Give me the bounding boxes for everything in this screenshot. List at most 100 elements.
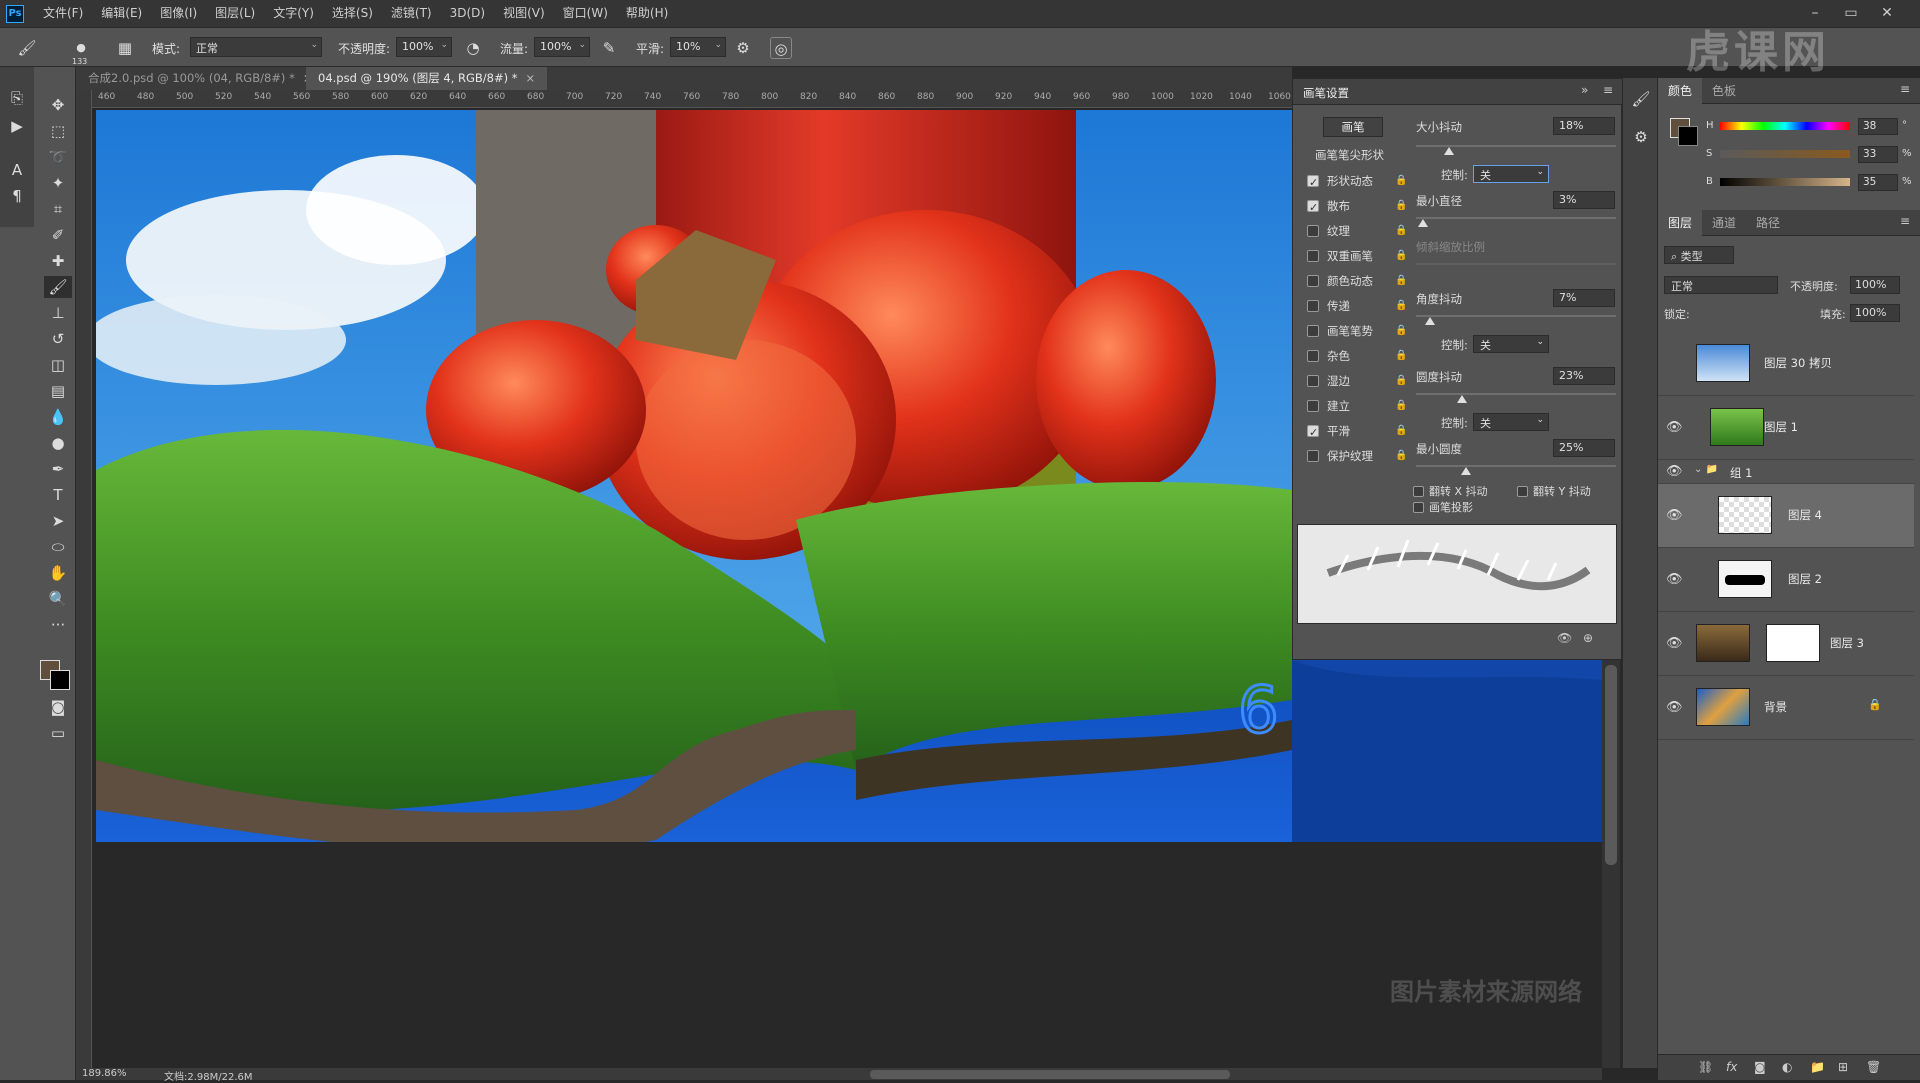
paragraph-icon[interactable]: ¶ — [3, 185, 31, 207]
eyedropper-tool-icon[interactable]: ✐ — [44, 224, 72, 246]
panel-menu-icon[interactable]: ≡ — [1900, 82, 1910, 96]
tab-swatches[interactable]: 色板 — [1702, 78, 1746, 104]
checkbox[interactable] — [1517, 486, 1528, 497]
toggle-preview-icon[interactable]: 👁 — [1557, 631, 1572, 645]
menu-type[interactable]: 文字(Y) — [264, 0, 323, 27]
option-build-up[interactable]: 建立 🔒 — [1307, 396, 1407, 416]
brush-size-picker[interactable]: 133 ● — [70, 37, 92, 66]
size-control-select[interactable]: 关 ⌄ — [1473, 165, 1549, 183]
lock-icon[interactable]: 🔒 — [1395, 171, 1407, 191]
zoom-tool-icon[interactable]: 🔍 — [44, 588, 72, 610]
checkbox[interactable] — [1413, 502, 1424, 513]
color-bg-swatch[interactable] — [1678, 126, 1698, 146]
properties-icon[interactable]: ⚙ — [1627, 126, 1655, 148]
checkbox[interactable] — [1307, 300, 1319, 312]
roundness-jitter-slider[interactable] — [1416, 393, 1616, 395]
background-color-swatch[interactable] — [50, 670, 70, 690]
link-icon[interactable]: ⛓ — [1698, 1060, 1713, 1074]
eye-icon[interactable]: 👁 — [1666, 420, 1683, 435]
checkbox[interactable] — [1307, 400, 1319, 412]
menu-image[interactable]: 图像(I) — [151, 0, 206, 27]
opacity-field[interactable]: 100% ⌄ — [396, 37, 452, 57]
menu-view[interactable]: 视图(V) — [494, 0, 554, 27]
saturation-slider[interactable] — [1720, 150, 1850, 158]
tab-document-2[interactable]: 04.psd @ 190% (图层 4, RGB/8#) * × — [306, 67, 548, 90]
maximize-icon[interactable]: ▭ — [1836, 0, 1866, 27]
lock-icon[interactable]: 🔒 — [1395, 396, 1407, 416]
menu-3d[interactable]: 3D(D) — [441, 0, 494, 27]
menu-edit[interactable]: 编辑(E) — [92, 0, 151, 27]
close-icon[interactable]: × — [526, 71, 536, 85]
dodge-tool-icon[interactable]: ● — [44, 432, 72, 454]
menu-select[interactable]: 选择(S) — [323, 0, 382, 27]
checkbox[interactable] — [1307, 250, 1319, 262]
layer-row[interactable]: 👁 背景 🔒 — [1658, 676, 1914, 740]
new-layer-icon[interactable]: ⊞ — [1838, 1060, 1848, 1074]
min-diameter-field[interactable]: 3% — [1553, 191, 1615, 209]
flow-field[interactable]: 100% ⌄ — [534, 37, 590, 57]
min-roundness-slider[interactable] — [1416, 465, 1616, 467]
adjustment-icon[interactable]: ◐ — [1782, 1060, 1792, 1074]
option-noise[interactable]: 杂色 🔒 — [1307, 346, 1407, 366]
checkbox[interactable] — [1307, 423, 1319, 443]
panel-menu-icon[interactable]: ≡ — [1900, 214, 1910, 228]
menu-layer[interactable]: 图层(L) — [206, 0, 264, 27]
shape-tool-icon[interactable]: ⬭ — [44, 536, 72, 558]
checkbox[interactable] — [1307, 198, 1319, 218]
brush-tool-preset-icon[interactable]: 🖌 — [16, 37, 38, 59]
lock-icon[interactable]: 🔒 — [1395, 221, 1407, 241]
saturation-field[interactable]: 33 — [1858, 146, 1898, 163]
roundness-jitter-knob[interactable] — [1457, 395, 1467, 403]
eraser-tool-icon[interactable]: ◫ — [44, 354, 72, 376]
checkbox[interactable] — [1307, 450, 1319, 462]
lock-icon[interactable]: 🔒 — [1395, 346, 1407, 366]
menu-file[interactable]: 文件(F) — [34, 0, 92, 27]
mode-select[interactable]: 正常 ⌄ — [190, 37, 322, 57]
brushes-button[interactable]: 画笔 — [1323, 117, 1383, 137]
min-diameter-knob[interactable] — [1418, 219, 1428, 227]
mask-icon[interactable]: ◙ — [1754, 1060, 1766, 1074]
vertical-scroll-thumb[interactable] — [1605, 665, 1617, 865]
menu-filter[interactable]: 滤镜(T) — [382, 0, 441, 27]
blur-tool-icon[interactable]: 💧 — [44, 406, 72, 428]
lock-icon[interactable]: 🔒 — [1395, 446, 1407, 466]
gradient-tool-icon[interactable]: ▤ — [44, 380, 72, 402]
layer-row[interactable]: 👁 图层 1 — [1658, 396, 1914, 460]
more-tools-icon[interactable]: ··· — [44, 614, 72, 636]
lock-icon[interactable]: 🔒 — [1395, 246, 1407, 266]
menu-window[interactable]: 窗口(W) — [554, 0, 617, 27]
angle-jitter-field[interactable]: 7% — [1553, 289, 1615, 307]
menu-help[interactable]: 帮助(H) — [617, 0, 677, 27]
roundness-jitter-field[interactable]: 23% — [1553, 367, 1615, 385]
brush-panel-toggle-icon[interactable]: ▦ — [114, 37, 136, 59]
marquee-tool-icon[interactable]: ⬚ — [44, 120, 72, 142]
tab-paths[interactable]: 路径 — [1746, 210, 1790, 236]
angle-control-select[interactable]: 关 ⌄ — [1473, 335, 1549, 353]
lock-icon[interactable]: 🔒 — [1395, 196, 1407, 216]
checkbox[interactable] — [1413, 486, 1424, 497]
horizontal-scroll-thumb[interactable] — [870, 1070, 1230, 1079]
option-shape-dynamics[interactable]: 形状动态 🔒 — [1307, 171, 1407, 193]
option-dual-brush[interactable]: 双重画笔 🔒 — [1307, 246, 1407, 266]
fill-field[interactable]: 100% — [1850, 304, 1900, 322]
option-color-dynamics[interactable]: 颜色动态 🔒 — [1307, 271, 1407, 291]
layer-group-row[interactable]: 👁 ⌄ 📁 组 1 — [1658, 460, 1914, 484]
brush-settings-icon[interactable]: 🖌 — [1627, 88, 1655, 110]
lock-icon[interactable]: 🔒 — [1395, 271, 1407, 291]
brightness-field[interactable]: 35 — [1858, 174, 1898, 191]
option-brush-pose[interactable]: 画笔笔势 🔒 — [1307, 321, 1407, 341]
quick-select-tool-icon[interactable]: ✦ — [44, 172, 72, 194]
size-jitter-knob[interactable] — [1444, 147, 1454, 155]
option-scattering[interactable]: 散布 🔒 — [1307, 196, 1407, 218]
hand-tool-icon[interactable]: ✋ — [44, 562, 72, 584]
quick-mask-icon[interactable]: ◙ — [44, 696, 72, 718]
gear-icon[interactable]: ⚙ — [732, 37, 754, 59]
layer-row[interactable]: 图层 30 拷贝 — [1658, 332, 1914, 396]
tab-color[interactable]: 颜色 — [1658, 78, 1703, 104]
layer-opacity-field[interactable]: 100% — [1850, 276, 1900, 294]
eye-icon[interactable]: 👁 — [1666, 700, 1683, 715]
min-diameter-slider[interactable] — [1416, 217, 1616, 219]
brush-tool-icon[interactable]: 🖌 — [44, 276, 72, 298]
lock-icon[interactable]: 🔒 — [1395, 296, 1407, 316]
layer-row[interactable]: 👁 图层 3 — [1658, 612, 1914, 676]
